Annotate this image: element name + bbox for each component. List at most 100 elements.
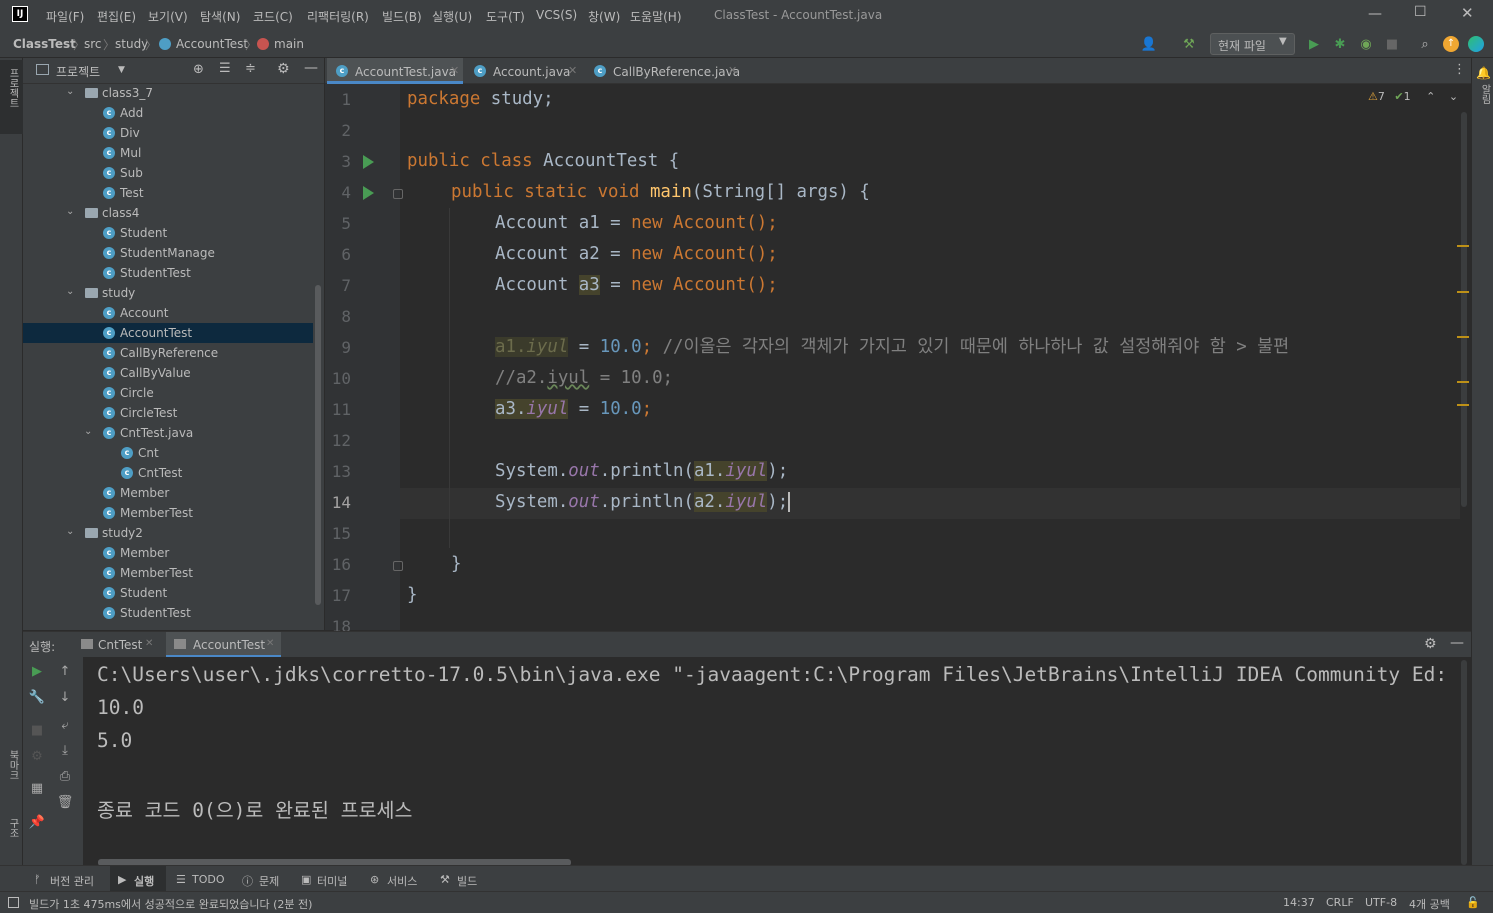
tree-item-sub[interactable]: c Sub bbox=[23, 163, 313, 183]
stop-icon[interactable]: ■ bbox=[1383, 35, 1401, 53]
status-message[interactable]: 빌드가 1초 475ms에서 성공적으로 완료되었습니다 (2분 전) bbox=[29, 896, 312, 912]
wrench-icon[interactable]: 🔧 bbox=[29, 689, 45, 705]
editor-scrollbar[interactable] bbox=[1461, 112, 1467, 507]
toolwindow-run[interactable]: ▶ 실행 bbox=[110, 866, 166, 892]
warning-marker[interactable] bbox=[1457, 336, 1469, 338]
tree-item-accounttest[interactable]: c AccountTest bbox=[23, 323, 313, 343]
toolwindow-terminal[interactable]: ▣ 터미널 bbox=[297, 866, 359, 892]
tab-accounttest[interactable]: c AccountTest.java ✕ bbox=[327, 58, 463, 84]
tree-item-membertest[interactable]: c MemberTest bbox=[23, 563, 313, 583]
run-gutter-icon[interactable] bbox=[363, 155, 374, 169]
toolwindow-vcs[interactable]: ᚠ 버전 관리 bbox=[28, 866, 106, 892]
next-highlight-icon[interactable]: ⌄ bbox=[1449, 90, 1458, 103]
menu-vcs[interactable]: VCS(S) bbox=[536, 8, 577, 22]
inspection-widget[interactable]: ⚠7 ✔1 ⌃ ⌄ bbox=[1368, 90, 1458, 108]
caret-position[interactable]: 14:37 bbox=[1283, 896, 1315, 909]
tree-scrollbar[interactable] bbox=[315, 285, 321, 605]
scroll-to-end-icon[interactable]: ⤓ bbox=[57, 742, 73, 758]
breadcrumb-study[interactable]: study bbox=[115, 37, 148, 51]
chevron-down-icon[interactable]: ⌄ bbox=[84, 426, 92, 437]
build-hammer-icon[interactable]: ⚒ bbox=[1180, 35, 1198, 53]
coverage-icon[interactable]: ◉ bbox=[1357, 35, 1375, 53]
tree-item-study2[interactable]: ⌄ study2 bbox=[23, 523, 313, 543]
menu-edit[interactable]: 편집(E) bbox=[97, 8, 136, 25]
warning-marker[interactable] bbox=[1457, 404, 1469, 406]
tree-item-circletest[interactable]: c CircleTest bbox=[23, 403, 313, 423]
tab-account[interactable]: c Account.java ✕ bbox=[465, 58, 583, 84]
tree-item-class4[interactable]: ⌄ class4 bbox=[23, 203, 313, 223]
tree-item-cnt[interactable]: c Cnt bbox=[23, 443, 313, 463]
tree-item-member[interactable]: c Member bbox=[23, 483, 313, 503]
tree-item-cnttest-java[interactable]: ⌄ c CntTest.java bbox=[23, 423, 313, 443]
tree-item-callbyreference[interactable]: c CallByReference bbox=[23, 343, 313, 363]
run-console[interactable]: C:\Users\user\.jdks\corretto-17.0.5\bin\… bbox=[83, 657, 1460, 865]
structure-tool-label[interactable]: 구조 bbox=[5, 818, 20, 838]
camera-icon[interactable]: ⚙ bbox=[29, 748, 45, 764]
close-tab-icon[interactable]: ✕ bbox=[266, 638, 274, 649]
run-icon[interactable]: ▶ bbox=[1305, 35, 1323, 53]
chevron-down-icon[interactable]: ⌄ bbox=[66, 206, 74, 217]
debug-icon[interactable]: ✱ bbox=[1331, 35, 1349, 53]
tree-item-study[interactable]: ⌄ study bbox=[23, 283, 313, 303]
project-tool-button[interactable]: 프로젝트 bbox=[0, 60, 23, 134]
menu-view[interactable]: 보기(V) bbox=[148, 8, 188, 25]
tree-item-class3-7[interactable]: ⌄ class3_7 bbox=[23, 84, 313, 103]
menu-build[interactable]: 빌드(B) bbox=[382, 8, 422, 25]
close-icon[interactable]: ✕ bbox=[1461, 4, 1474, 22]
close-tab-icon[interactable]: ✕ bbox=[145, 638, 153, 649]
breadcrumb-src[interactable]: src bbox=[84, 37, 102, 51]
chevron-down-icon[interactable]: ▼ bbox=[118, 65, 125, 75]
toolwindow-todo[interactable]: ☰ TODO bbox=[172, 866, 232, 892]
code-editor[interactable]: package study; public class AccountTest … bbox=[400, 84, 1460, 630]
menu-help[interactable]: 도움말(H) bbox=[630, 8, 682, 25]
chevron-down-icon[interactable]: ⌄ bbox=[66, 86, 74, 97]
bell-icon[interactable]: 🔔 bbox=[1476, 66, 1491, 80]
lock-icon[interactable]: 🔓 bbox=[1466, 896, 1480, 909]
toolwindow-problems[interactable]: ⓘ 문제 bbox=[240, 866, 292, 892]
menu-window[interactable]: 창(W) bbox=[588, 8, 620, 25]
status-toggle-icon[interactable] bbox=[8, 897, 19, 908]
tab-callbyreference[interactable]: c CallByReference.java ✕ bbox=[585, 58, 743, 84]
menu-tools[interactable]: 도구(T) bbox=[486, 8, 525, 25]
expand-all-icon[interactable]: ☰ bbox=[219, 61, 231, 76]
maximize-icon[interactable]: ☐ bbox=[1414, 4, 1427, 20]
run-tab-cnttest[interactable]: CntTest ✕ bbox=[79, 632, 159, 658]
tree-item-mul[interactable]: c Mul bbox=[23, 143, 313, 163]
run-config-select[interactable]: 현재 파일 ▼ bbox=[1210, 33, 1295, 55]
tree-item-circle[interactable]: c Circle bbox=[23, 383, 313, 403]
tree-item-div[interactable]: c Div bbox=[23, 123, 313, 143]
tree-item-studenttest[interactable]: c StudentTest bbox=[23, 263, 313, 283]
warning-marker[interactable] bbox=[1457, 381, 1469, 383]
tree-item-add[interactable]: c Add bbox=[23, 103, 313, 123]
tree-item-member[interactable]: c Member bbox=[23, 543, 313, 563]
layout-icon[interactable]: ▦ bbox=[29, 780, 45, 796]
tree-item-studenttest[interactable]: c StudentTest bbox=[23, 603, 313, 623]
tree-item-callbyvalue[interactable]: c CallByValue bbox=[23, 363, 313, 383]
tree-item-student[interactable]: c Student bbox=[23, 223, 313, 243]
prev-highlight-icon[interactable]: ⌃ bbox=[1426, 90, 1435, 103]
breadcrumb-class[interactable]: AccountTest bbox=[176, 37, 248, 51]
chevron-down-icon[interactable]: ⌄ bbox=[66, 286, 74, 297]
breadcrumb-method[interactable]: main bbox=[274, 37, 304, 51]
gear-icon[interactable]: ⚙ bbox=[1424, 636, 1437, 652]
file-encoding[interactable]: UTF-8 bbox=[1365, 896, 1397, 909]
hide-panel-icon[interactable]: — bbox=[1450, 635, 1464, 651]
locate-icon[interactable]: ⊕ bbox=[193, 62, 204, 77]
menu-navigate[interactable]: 탐색(N) bbox=[200, 8, 240, 25]
project-panel-title[interactable]: 프로젝트 bbox=[56, 63, 100, 80]
close-tab-icon[interactable]: ✕ bbox=[450, 64, 459, 77]
close-tab-icon[interactable]: ✕ bbox=[728, 64, 737, 77]
more-tabs-icon[interactable]: ⋮ bbox=[1453, 62, 1466, 77]
update-icon[interactable]: ↑ bbox=[1443, 36, 1459, 52]
warning-marker[interactable] bbox=[1457, 291, 1469, 293]
menu-run[interactable]: 실행(U) bbox=[432, 8, 472, 25]
menu-file[interactable]: 파일(F) bbox=[46, 8, 84, 25]
tree-item-student[interactable]: c Student bbox=[23, 583, 313, 603]
jetbrains-toolbox-icon[interactable] bbox=[1468, 36, 1484, 52]
pin-icon[interactable]: 📌 bbox=[29, 814, 45, 830]
stop-icon[interactable]: ■ bbox=[29, 722, 45, 738]
breadcrumb-project[interactable]: ClassTest bbox=[13, 37, 76, 51]
chevron-down-icon[interactable]: ⌄ bbox=[66, 526, 74, 537]
tree-item-studentmanage[interactable]: c StudentManage bbox=[23, 243, 313, 263]
search-icon[interactable]: ⌕ bbox=[1416, 35, 1434, 53]
